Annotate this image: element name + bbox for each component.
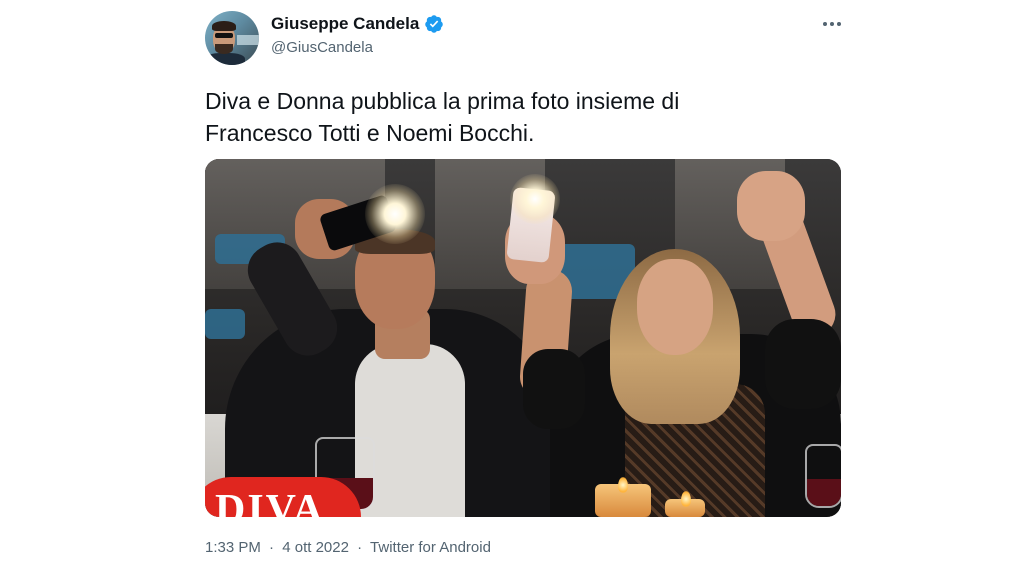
tweet-source[interactable]: Twitter for Android xyxy=(370,539,491,556)
photo-wine-glass xyxy=(805,444,841,508)
avatar[interactable] xyxy=(205,11,259,65)
author-handle[interactable]: @GiusCandela xyxy=(271,39,373,56)
author-name-row: Giuseppe Candela xyxy=(271,14,444,34)
photo-woman-sleeve xyxy=(523,349,585,429)
photo-phone-flash xyxy=(510,174,560,224)
photo-phone-flash xyxy=(365,184,425,244)
photo-woman-face xyxy=(637,259,713,355)
tweet-card: Giuseppe Candela @GiusCandela Diva e Don… xyxy=(0,0,1024,576)
photo-wine xyxy=(807,479,841,506)
photo-woman-hand xyxy=(737,171,805,241)
more-dot xyxy=(837,22,841,26)
tweet-text-line: Diva e Donna pubblica la prima foto insi… xyxy=(205,88,680,114)
author-display-name[interactable]: Giuseppe Candela xyxy=(271,14,419,34)
photo-candle-flame xyxy=(681,491,691,507)
more-dot xyxy=(823,22,827,26)
tweet-photo[interactable]: DIVA xyxy=(205,159,841,517)
tweet-meta: 1:33 PM · 4 ott 2022 · Twitter for Andro… xyxy=(205,539,491,556)
photo-woman-sleeve xyxy=(765,319,841,409)
diva-logo: DIVA xyxy=(215,487,325,517)
tweet-text-line: Francesco Totti e Noemi Bocchi. xyxy=(205,120,535,146)
more-dot xyxy=(830,22,834,26)
avatar-shirt xyxy=(205,53,245,65)
more-horizontal-icon[interactable] xyxy=(818,14,846,34)
tweet-time[interactable]: 1:33 PM xyxy=(205,539,261,556)
avatar-beard xyxy=(215,44,233,54)
avatar-sunglasses xyxy=(215,33,233,38)
verified-badge-icon xyxy=(424,14,444,34)
avatar-background xyxy=(237,35,259,45)
photo-chair xyxy=(205,309,245,339)
meta-separator: · xyxy=(357,539,363,556)
meta-separator: · xyxy=(269,539,275,556)
tweet-date[interactable]: 4 ott 2022 xyxy=(282,539,349,556)
photo-candle-flame xyxy=(618,477,628,493)
tweet-text: Diva e Donna pubblica la prima foto insi… xyxy=(205,85,845,149)
avatar-hair xyxy=(212,21,236,31)
